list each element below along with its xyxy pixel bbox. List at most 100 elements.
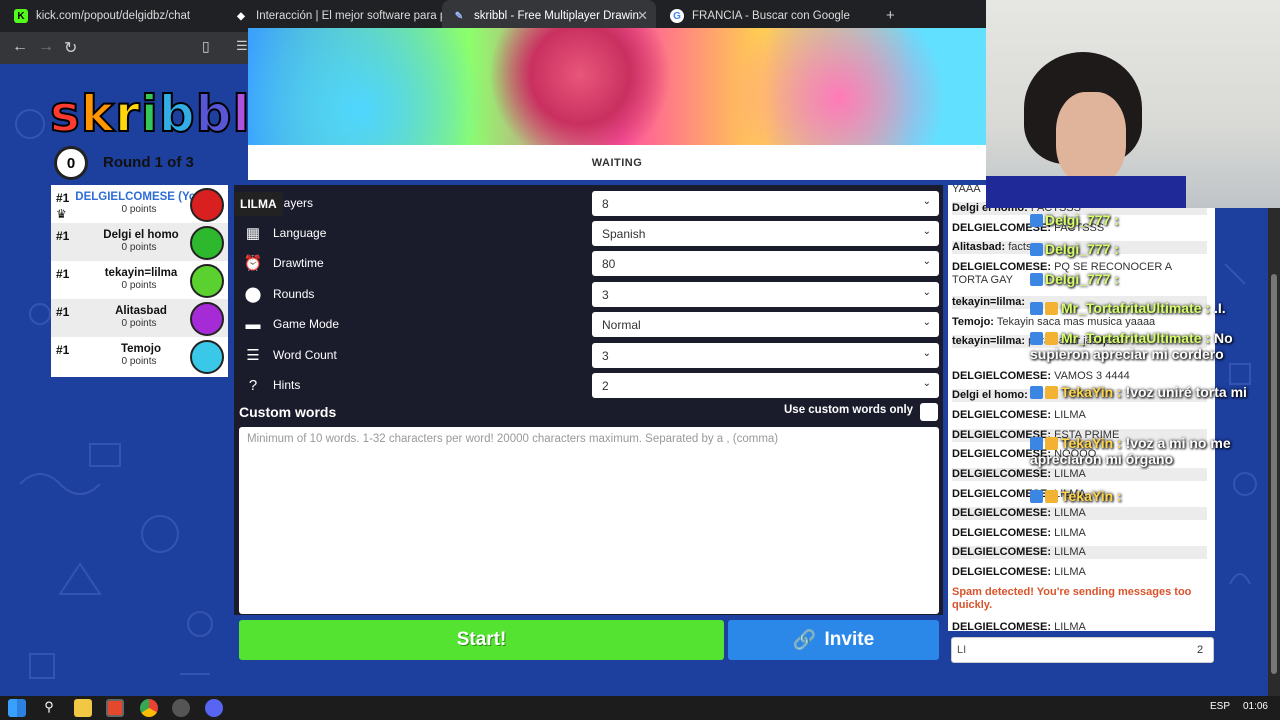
player-rank: #1 <box>56 267 70 281</box>
mod-badge-icon <box>1030 214 1043 227</box>
word-count-select[interactable]: 3 ⌄ <box>592 343 939 368</box>
discord-icon[interactable] <box>205 699 223 717</box>
chat-user: tekayin=lilma: <box>952 335 1026 347</box>
hints-icon: ? <box>248 376 258 394</box>
start-button[interactable]: Start! <box>239 620 724 660</box>
chevron-down-icon: ⌄ <box>922 317 931 328</box>
bookmark-icon[interactable]: ▯ <box>202 38 210 55</box>
close-tab-icon[interactable]: ✕ <box>637 8 648 24</box>
chevron-down-icon: ⌄ <box>922 196 931 207</box>
mod-badge-icon <box>1030 386 1043 399</box>
chat-text: LILMA <box>1054 527 1086 539</box>
round-counter: 0 <box>66 154 76 172</box>
crown-badge-icon <box>1045 386 1058 399</box>
back-icon[interactable]: ← <box>12 38 28 56</box>
stream-banner-image <box>248 28 986 145</box>
chrome-icon[interactable] <box>140 699 158 717</box>
chat-user: DELGIELCOMESE: <box>952 566 1052 578</box>
overlay-message: Delgi_777 : <box>1030 271 1280 287</box>
google-icon: G <box>670 9 684 23</box>
overlay-text: .I. <box>1213 300 1226 316</box>
search-icon[interactable]: ⚲ <box>40 699 58 717</box>
keyboard-language[interactable]: ESP <box>1210 701 1230 712</box>
new-tab-button[interactable]: + <box>886 7 895 24</box>
file-explorer-icon[interactable] <box>74 699 92 717</box>
chat-text: LILMA <box>1054 507 1086 519</box>
system-clock[interactable]: 01:06 <box>1243 701 1268 712</box>
streamer-webcam <box>986 0 1280 208</box>
setting-players: ● Players 8⌄ <box>234 188 943 218</box>
overlay-user: TekaYin : <box>1061 435 1122 451</box>
player-row[interactable]: #1 DELGIELCOMESE (You) 0 points ♛ <box>51 185 228 223</box>
overlay-user: Mr_TortafritaUltimate : <box>1061 300 1211 316</box>
player-rank: #1 <box>56 343 70 357</box>
chevron-down-icon: ⌄ <box>922 378 931 389</box>
player-row[interactable]: #1 Delgi el homo 0 points <box>51 223 228 261</box>
language-select[interactable]: Spanish ⌄ <box>592 221 939 246</box>
chat-message: DELGIELCOMESE: LILMA <box>952 527 1207 540</box>
chat-text: facts <box>1008 241 1032 253</box>
custom-words-title: Custom words <box>239 404 337 420</box>
round-label: Round 1 of 3 <box>103 154 194 171</box>
invite-button[interactable]: 🔗 Invite <box>728 620 939 660</box>
mod-badge-icon <box>1030 437 1043 450</box>
chat-user: Delgi el homo: <box>952 389 1028 401</box>
chat-input[interactable]: LI <box>951 637 1214 663</box>
game-status: WAITING <box>591 156 643 169</box>
skribbl-logo: skribbl <box>49 84 251 144</box>
player-points: 0 points <box>121 204 157 215</box>
hints-select[interactable]: 2 ⌄ <box>592 373 939 398</box>
custom-words-checkbox[interactable] <box>920 403 938 421</box>
select-value: Normal <box>602 318 641 332</box>
forward-icon[interactable]: → <box>38 38 54 56</box>
setting-rounds: ⬤ Rounds 3 ⌄ <box>234 279 943 309</box>
overlay-user: Delgi_777 : <box>1045 241 1119 257</box>
setting-label: Rounds <box>273 287 315 301</box>
rounds-select[interactable]: 3 ⌄ <box>592 282 939 307</box>
chevron-down-icon: ⌄ <box>922 256 931 267</box>
chevron-down-icon: ⌄ <box>922 348 931 359</box>
logo-letter: r <box>114 84 141 144</box>
mod-badge-icon <box>1030 243 1043 256</box>
player-tooltip: LILMA <box>234 192 283 216</box>
game-mode-select[interactable]: Normal ⌄ <box>592 312 939 337</box>
tab-label: kick.com/popout/delgidbz/chat <box>36 10 191 22</box>
overlay-message: Delgi_777 : <box>1030 241 1280 257</box>
player-row[interactable]: #1 tekayin=lilma 0 points <box>51 261 228 299</box>
player-avatar <box>190 302 224 336</box>
browser-toolbar: ← → ↻ ▯ ☰ <box>0 32 248 64</box>
tab-kick-chat[interactable]: K kick.com/popout/delgidbz/chat <box>4 0 224 32</box>
mod-badge-icon <box>1030 273 1043 286</box>
windows-taskbar: ⚲ ESP 01:06 <box>0 696 1280 720</box>
chat-user: DELGIELCOMESE: <box>952 546 1052 558</box>
start-menu-icon[interactable] <box>8 699 26 717</box>
chevron-down-icon: ⌄ <box>922 226 931 237</box>
player-row[interactable]: #1 Alitasbad 0 points <box>51 299 228 337</box>
tab-label: skribbl - Free Multiplayer Drawin <box>474 10 639 22</box>
mod-badge-icon <box>1030 332 1043 345</box>
overlay-user: Mr_TortafritaUltimate : <box>1061 330 1211 346</box>
select-value: 2 <box>602 379 609 393</box>
player-row[interactable]: #1 Temojo 0 points <box>51 337 228 375</box>
overlay-message: TekaYin : <box>1030 488 1280 504</box>
custom-words-textarea[interactable]: Minimum of 10 words. 1-32 characters per… <box>239 427 939 614</box>
players-select[interactable]: 8 ⌄ <box>592 191 939 216</box>
chat-user: tekayin=lilma: <box>952 296 1026 308</box>
chat-message: DELGIELCOMESE: LILMA <box>952 621 1207 631</box>
crown-icon: ♛ <box>56 207 67 221</box>
logo-letter: k <box>80 84 116 144</box>
obs-icon[interactable] <box>172 699 190 717</box>
tab-label: FRANCIA - Buscar con Google <box>692 10 850 22</box>
brave-browser-icon[interactable] <box>106 699 124 717</box>
link-icon: 🔗 <box>792 630 817 651</box>
player-points: 0 points <box>121 318 157 329</box>
chat-user: DELGIELCOMESE: <box>952 527 1052 539</box>
mod-badge-icon <box>1030 302 1043 315</box>
overlay-user: Delgi_777 : <box>1045 212 1119 228</box>
site-settings-icon[interactable]: ☰ <box>236 38 248 54</box>
drawtime-select[interactable]: 80 ⌄ <box>592 251 939 276</box>
reload-icon[interactable]: ↻ <box>64 38 77 58</box>
setting-game-mode: ▬ Game Mode Normal ⌄ <box>234 309 943 339</box>
overlay-message: Mr_TortafritaUltimate : .I. <box>1030 300 1280 316</box>
player-avatar <box>190 340 224 374</box>
